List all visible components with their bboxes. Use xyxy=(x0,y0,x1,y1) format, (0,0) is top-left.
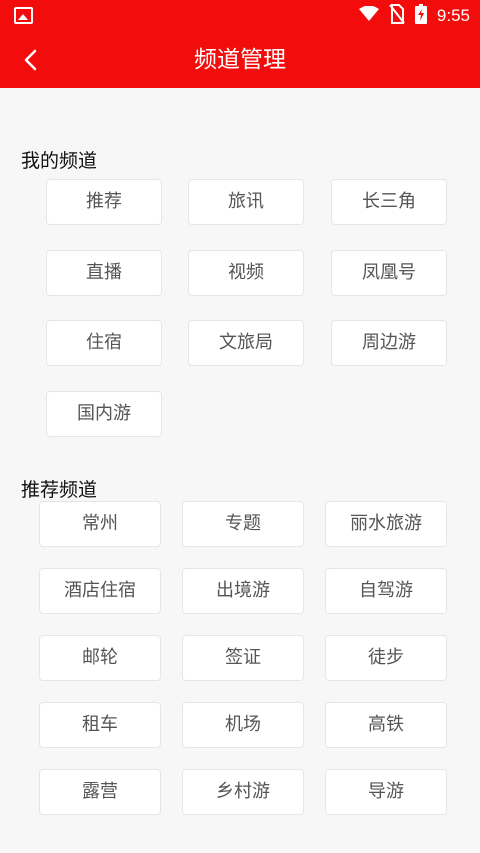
my-channel-chip[interactable]: 国内游 xyxy=(46,390,162,437)
status-bar: 9:55 xyxy=(0,0,480,32)
recommended-channels-title: 推荐频道 xyxy=(21,479,98,501)
my-channel-chip[interactable]: 周边游 xyxy=(331,320,447,366)
image-icon xyxy=(14,7,33,24)
recommended-channel-chip[interactable]: 租车 xyxy=(39,702,161,748)
my-channel-chip[interactable]: 凤凰号 xyxy=(331,249,447,296)
my-channel-chip[interactable]: 视频 xyxy=(188,249,304,296)
recommended-channel-chip[interactable]: 高铁 xyxy=(325,702,447,748)
recommended-channel-chip[interactable]: 酒店住宿 xyxy=(39,568,161,614)
status-icons: 9:55 xyxy=(358,4,470,28)
title-bar: 频道管理 xyxy=(0,32,480,88)
recommended-channel-chip[interactable]: 出境游 xyxy=(182,568,304,614)
recommended-channel-chip[interactable]: 常州 xyxy=(39,501,161,547)
recommended-channel-chip[interactable]: 导游 xyxy=(325,769,447,815)
my-channel-chip[interactable]: 住宿 xyxy=(46,320,162,366)
my-channel-chip[interactable]: 文旅局 xyxy=(188,320,304,366)
my-channel-chip[interactable]: 推荐 xyxy=(46,179,162,225)
status-time: 9:55 xyxy=(436,6,470,25)
recommended-channel-chip[interactable]: 徒步 xyxy=(325,635,447,681)
recommended-channel-chip[interactable]: 邮轮 xyxy=(39,635,161,681)
wifi-icon xyxy=(358,5,379,26)
page-title: 频道管理 xyxy=(194,47,286,73)
no-sim-icon xyxy=(389,4,405,28)
battery-charging-icon xyxy=(414,4,427,28)
recommended-channel-chip[interactable]: 签证 xyxy=(182,635,304,681)
recommended-channel-chip[interactable]: 自驾游 xyxy=(325,568,447,614)
recommended-channel-chip[interactable]: 专题 xyxy=(182,501,304,547)
recommended-channel-chip[interactable]: 露营 xyxy=(39,769,161,815)
app-header: 9:55 频道管理 xyxy=(0,0,480,88)
my-channel-chip[interactable]: 旅讯 xyxy=(188,179,304,225)
my-channels-title: 我的频道 xyxy=(21,150,98,172)
my-channel-chip[interactable]: 长三角 xyxy=(331,179,447,225)
recommended-channel-chip[interactable]: 乡村游 xyxy=(182,769,304,815)
recommended-channel-chip[interactable]: 机场 xyxy=(182,702,304,748)
recommended-channel-chip[interactable]: 丽水旅游 xyxy=(325,501,447,547)
my-channel-chip[interactable]: 直播 xyxy=(46,249,162,296)
